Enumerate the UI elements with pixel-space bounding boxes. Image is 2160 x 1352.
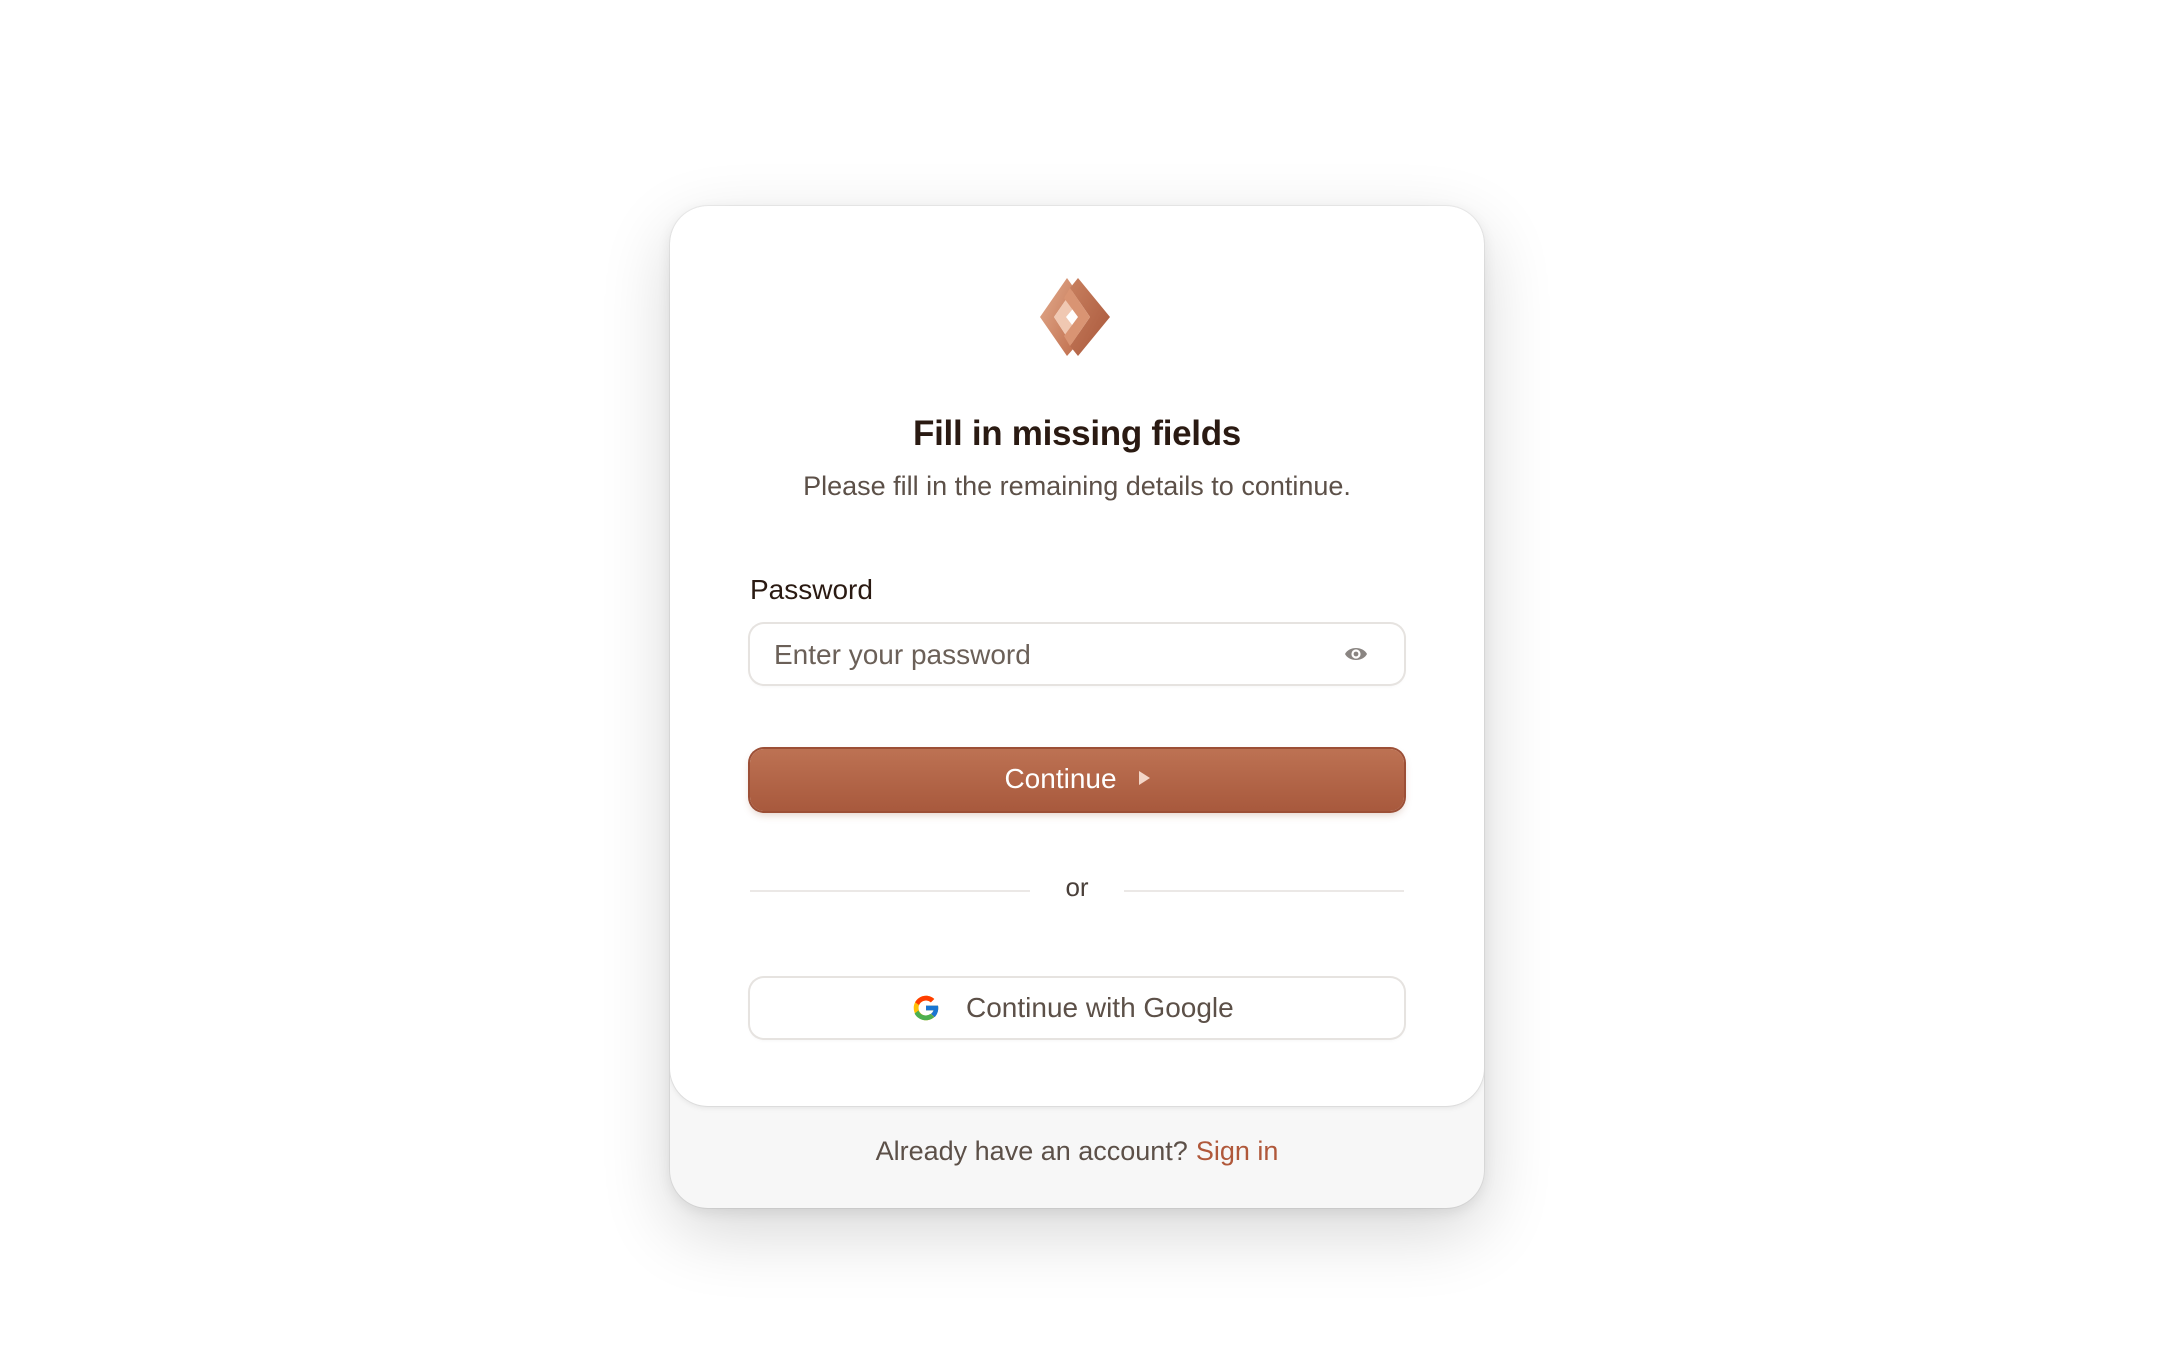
page-title: Fill in missing fields xyxy=(913,414,1241,453)
google-signin-button[interactable]: Continue with Google xyxy=(750,978,1404,1038)
divider-line-right xyxy=(1124,890,1404,892)
brand-logo xyxy=(1040,278,1110,356)
triangle-right-icon xyxy=(1138,771,1150,785)
signin-footer: Already have an account? Sign in xyxy=(670,1136,1484,1167)
sign-up-card: Fill in missing fields Please fill in th… xyxy=(670,206,1484,1208)
divider-line-left xyxy=(750,890,1030,892)
continue-button[interactable]: Continue xyxy=(750,749,1404,811)
footer-prompt: Already have an account? xyxy=(875,1136,1188,1166)
google-button-label: Continue with Google xyxy=(966,992,1234,1023)
page-subtitle: Please fill in the remaining details to … xyxy=(803,471,1351,501)
password-input[interactable]: Enter your password xyxy=(750,624,1404,684)
password-placeholder: Enter your password xyxy=(774,639,1031,670)
password-label: Password xyxy=(750,574,873,605)
eye-icon[interactable] xyxy=(1344,644,1368,664)
sign-in-link[interactable]: Sign in xyxy=(1196,1136,1279,1166)
card-main-panel: Fill in missing fields Please fill in th… xyxy=(670,206,1484,1106)
divider-or-text: or xyxy=(1065,872,1089,902)
google-icon xyxy=(913,995,940,1021)
continue-button-label: Continue xyxy=(1004,763,1117,794)
